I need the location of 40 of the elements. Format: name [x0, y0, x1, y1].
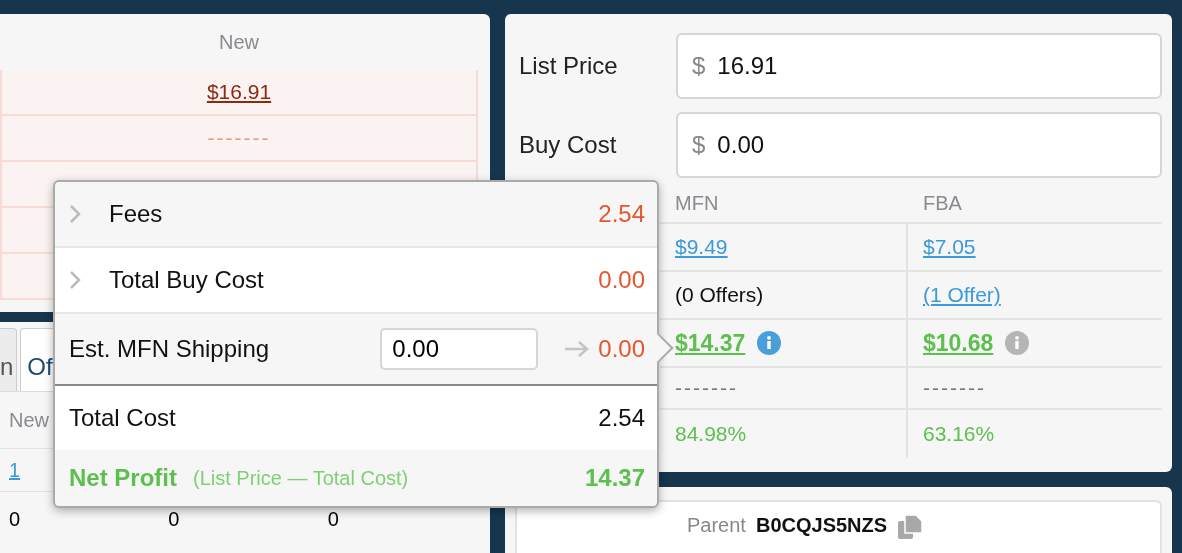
table-cell: 0 — [9, 508, 21, 530]
row-label: Total Cost — [69, 404, 177, 432]
row-label: Total Buy Cost — [109, 266, 265, 294]
price-link[interactable]: $16.91 — [206, 80, 272, 104]
chevron-icon — [69, 204, 81, 224]
row-value: 2.54 — [598, 404, 645, 432]
shipping-input[interactable]: 0.00 — [380, 328, 539, 370]
table-cell: 0 — [327, 508, 339, 530]
row-value: 0.00 — [598, 266, 645, 294]
price-field[interactable]: $ 16.91 — [676, 33, 1162, 99]
info-icon[interactable] — [757, 331, 782, 355]
row-label: Net Profit — [69, 464, 177, 492]
tab[interactable]: n — [0, 328, 18, 391]
row-label: Est. MFN Shipping — [69, 335, 271, 363]
column-header: MFN — [674, 191, 720, 215]
column-header: New — [9, 408, 49, 432]
table-cell: 0 — [168, 508, 180, 530]
parent-label: Parent — [687, 514, 746, 538]
field-label: Buy Cost — [519, 131, 618, 159]
empty-value: ------- — [207, 126, 271, 150]
parent-asin: B0CQJS5NZS — [755, 514, 888, 538]
row-value: 14.37 — [584, 464, 645, 492]
margin-value: 84.98% — [675, 422, 747, 446]
arrow-icon — [564, 340, 591, 358]
copy-icon[interactable] — [897, 514, 924, 540]
price-field[interactable]: $ 0.00 — [676, 112, 1162, 178]
field-label: List Price — [519, 52, 619, 80]
row-label: Fees — [109, 200, 164, 228]
info-icon[interactable] — [1005, 331, 1030, 355]
chevron-icon — [69, 270, 81, 290]
column-header: New — [219, 30, 259, 54]
column-header: FBA — [922, 191, 963, 215]
empty-value: ------- — [675, 376, 738, 400]
empty-value: ------- — [923, 376, 986, 400]
expandable-row[interactable]: Total Buy Cost 0.00 — [55, 248, 657, 314]
offers-count: (0 Offers) — [675, 283, 764, 307]
margin-value: 63.16% — [923, 422, 995, 446]
row-value: 0.00 — [598, 335, 645, 363]
row-value: 2.54 — [598, 200, 645, 228]
formula-note: (List Price — Total Cost) — [193, 466, 410, 490]
